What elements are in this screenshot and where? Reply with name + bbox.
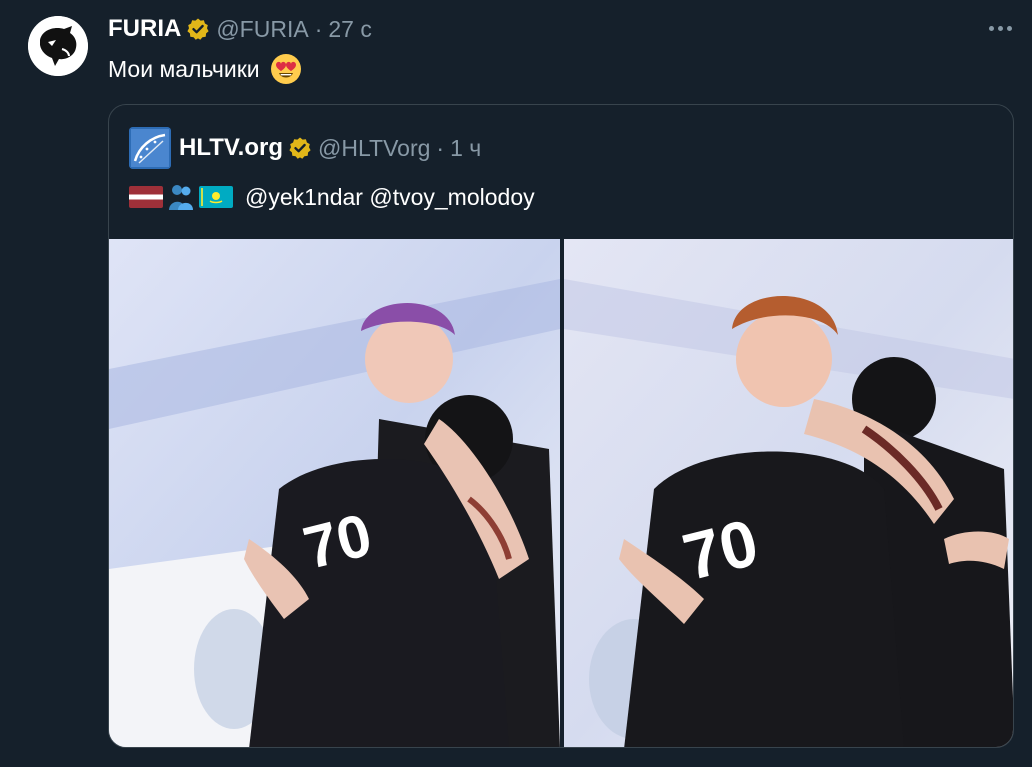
- heart-eyes-emoji-icon: [270, 53, 302, 85]
- quoted-media: 70 70: [109, 239, 1013, 747]
- kazakhstan-flag-icon: [199, 186, 233, 208]
- mention-tvoy-molodoy[interactable]: @tvoy_molodoy: [369, 184, 534, 210]
- tweet-time[interactable]: 27 с: [328, 16, 371, 43]
- author-name[interactable]: FURIA: [108, 15, 181, 43]
- hltv-logo-icon[interactable]: [129, 127, 171, 169]
- tweet-header: FURIA @FURIA · 27 с: [108, 14, 372, 44]
- quoted-tweet[interactable]: HLTV.org @HLTVorg · 1 ч @yek1ndar @tvoy_…: [108, 104, 1014, 748]
- mentions: @yek1ndar @tvoy_molodoy: [245, 184, 535, 211]
- quoted-tweet-text: @yek1ndar @tvoy_molodoy: [129, 179, 535, 215]
- quoted-tweet-header: HLTV.org @HLTVorg · 1 ч: [129, 127, 481, 169]
- verified-badge-icon: [288, 136, 312, 160]
- tweet-text: Мои мальчики: [108, 54, 302, 84]
- mention-yek1ndar[interactable]: @yek1ndar: [245, 184, 363, 210]
- tweet-text-content: Мои мальчики: [108, 55, 260, 82]
- more-options-icon[interactable]: [986, 14, 1014, 42]
- latvia-flag-icon: [129, 186, 163, 208]
- panther-logo-icon: [28, 16, 88, 76]
- quoted-author-name[interactable]: HLTV.org: [179, 134, 283, 162]
- tweet[interactable]: FURIA @FURIA · 27 с Мои мальчики HLTV.or…: [0, 0, 1032, 767]
- quoted-author-handle[interactable]: @HLTVorg: [318, 135, 430, 162]
- players-hugging-photo-left[interactable]: 70: [109, 239, 560, 747]
- players-hugging-photo-right[interactable]: 70: [564, 239, 1013, 747]
- quoted-tweet-time[interactable]: 1 ч: [450, 135, 481, 162]
- separator-dot: ·: [314, 15, 323, 42]
- furia-avatar[interactable]: [28, 16, 88, 76]
- people-hugging-icon: [167, 183, 195, 211]
- separator-dot: ·: [436, 134, 445, 161]
- author-handle[interactable]: @FURIA: [216, 16, 308, 43]
- verified-badge-icon: [186, 17, 210, 41]
